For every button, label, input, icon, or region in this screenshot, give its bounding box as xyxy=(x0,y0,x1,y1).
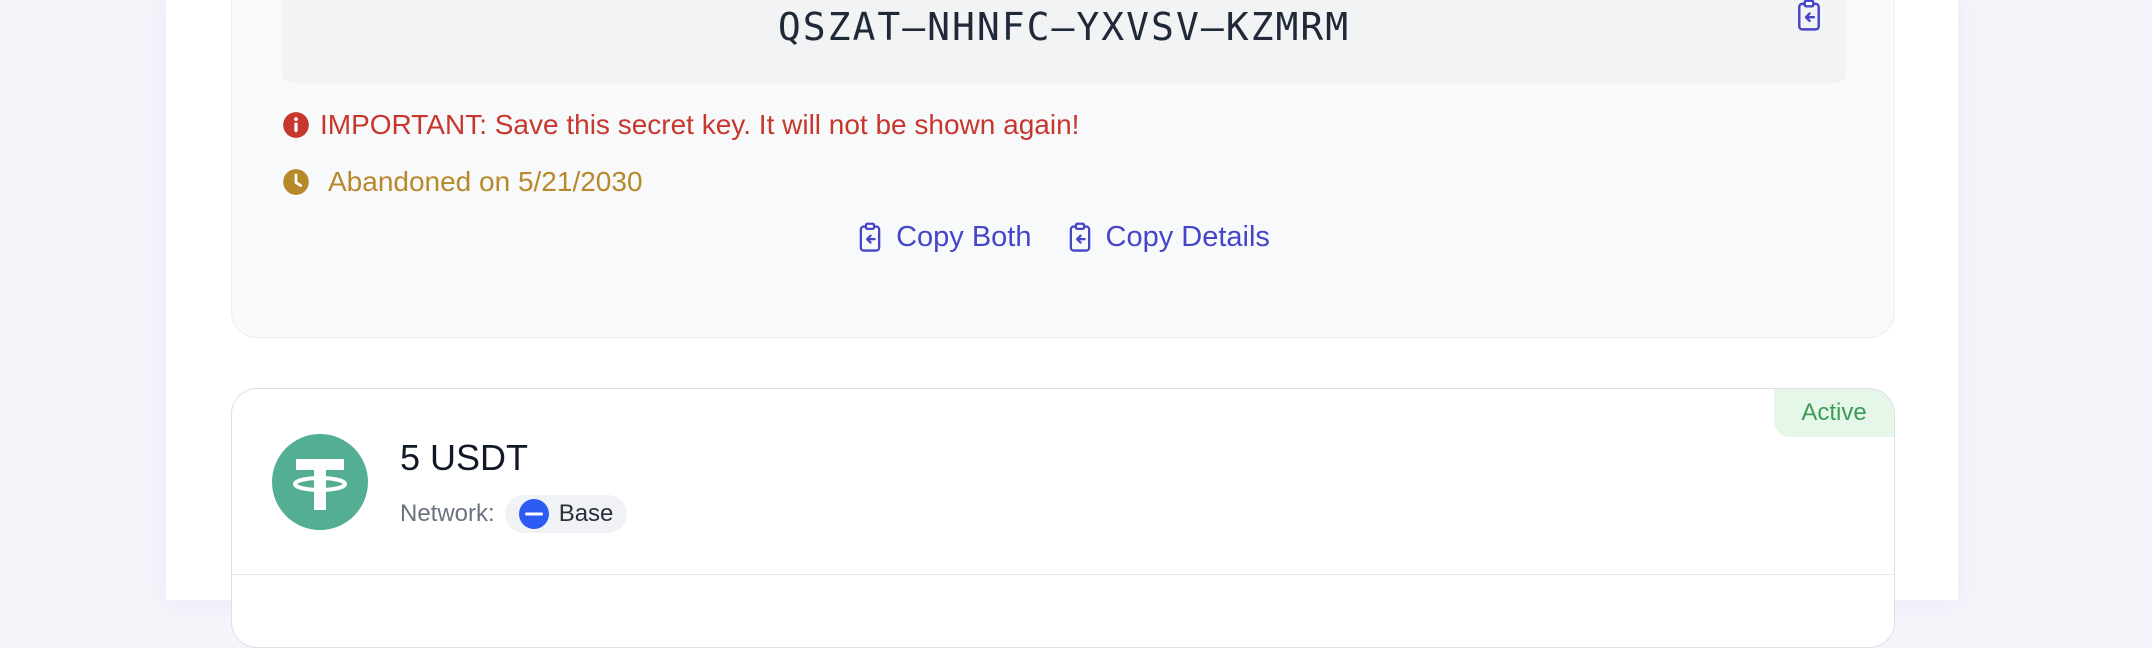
abandoned-status: Abandoned on 5/21/2030 xyxy=(282,166,643,198)
copy-details-label: Copy Details xyxy=(1105,221,1270,253)
payment-amount: 5 USDT xyxy=(400,437,529,478)
copy-both-label: Copy Both xyxy=(896,221,1032,253)
info-icon xyxy=(283,112,309,138)
tether-icon xyxy=(272,434,368,530)
clipboard-icon xyxy=(1069,222,1090,252)
copy-both-button[interactable]: Copy Both xyxy=(856,221,1032,254)
base-network-icon xyxy=(518,499,549,529)
page-container: QSZAT–NHNFC–YXVSV–KZMRM IMPORTANT: Save … xyxy=(166,0,1958,648)
divider xyxy=(232,574,1894,575)
abandoned-text: Abandoned on 5/21/2030 xyxy=(328,166,643,197)
copy-icon[interactable] xyxy=(1794,0,1824,33)
copy-actions: Copy Both Copy Details xyxy=(232,221,1894,254)
secret-key-card: QSZAT–NHNFC–YXVSV–KZMRM IMPORTANT: Save … xyxy=(231,0,1895,338)
network-label: Network: xyxy=(400,500,495,527)
clipboard-icon xyxy=(859,222,881,252)
status-badge: Active xyxy=(1774,389,1894,437)
payment-card[interactable]: Active 5 USDT Network: Base xyxy=(231,388,1895,648)
warning-message: IMPORTANT: Save this secret key. It will… xyxy=(282,109,1079,141)
warning-text: IMPORTANT: Save this secret key. It will… xyxy=(320,109,1080,140)
network-row: Network: Base xyxy=(400,495,628,533)
clock-icon xyxy=(283,169,309,195)
secret-key-value: QSZAT–NHNFC–YXVSV–KZMRM xyxy=(777,5,1351,49)
secret-key-box: QSZAT–NHNFC–YXVSV–KZMRM xyxy=(282,0,1846,83)
network-name: Base xyxy=(558,500,614,527)
copy-details-button[interactable]: Copy Details xyxy=(1066,221,1270,254)
network-badge: Base xyxy=(504,495,628,533)
